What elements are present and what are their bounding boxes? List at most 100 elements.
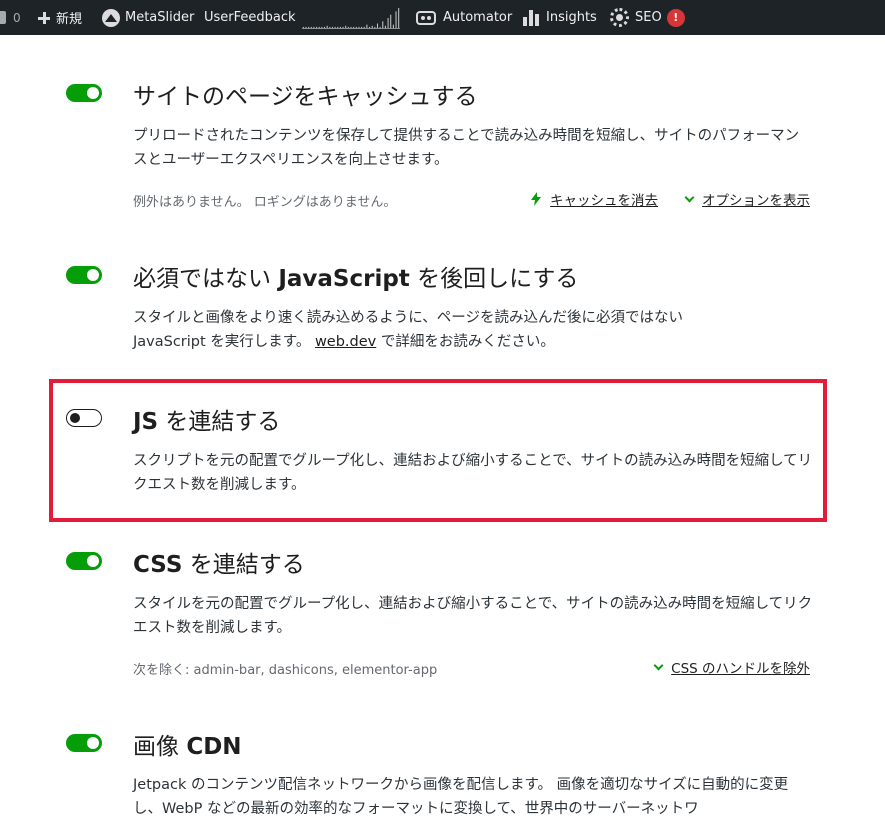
admin-bar-automator[interactable]: Automator bbox=[416, 0, 512, 35]
sparkline-bar bbox=[387, 18, 389, 28]
concatenate-css-toggle[interactable] bbox=[66, 552, 102, 570]
sparkline-bar bbox=[308, 26, 310, 28]
bar-chart-icon bbox=[523, 9, 539, 26]
setting-description: Jetpack のコンテンツ配信ネットワークから画像を配信します。 画像を適切な… bbox=[133, 777, 789, 817]
sparkline-bar bbox=[363, 26, 365, 28]
admin-bar-seo[interactable]: SEO ! bbox=[610, 0, 685, 35]
automator-label: Automator bbox=[443, 10, 513, 25]
sparkline-bar bbox=[355, 26, 357, 28]
sparkline-bar bbox=[305, 26, 307, 28]
sparkline-bar bbox=[384, 25, 386, 28]
admin-bar-insights[interactable]: Insights bbox=[523, 0, 597, 35]
plus-icon bbox=[38, 11, 50, 24]
sparkline-bar bbox=[366, 24, 368, 28]
sparkline-bar bbox=[376, 23, 379, 28]
defer-js-toggle[interactable] bbox=[66, 266, 102, 284]
sparkline-bar bbox=[358, 26, 360, 28]
setting-description: スタイルと画像をより速く読み込めるように、ページを読み込んだ後に必須ではない J… bbox=[133, 306, 813, 354]
admin-bar: 0 新規 MetaSlider UserFeedback Automator I… bbox=[0, 0, 885, 35]
setting-description: スクリプトを元の配置でグループ化し、連結および縮小することで、サイトの読み込み時… bbox=[133, 453, 813, 493]
seo-label: SEO bbox=[635, 10, 662, 25]
sparkline-bar bbox=[398, 8, 400, 28]
sparkline-bar bbox=[313, 26, 315, 28]
sparkline-bar bbox=[316, 26, 318, 28]
setting-title: CSS を連結する bbox=[133, 545, 305, 579]
sparkline-bar bbox=[353, 26, 355, 28]
image-cdn-toggle[interactable] bbox=[66, 734, 102, 752]
sparkline-bar bbox=[321, 26, 323, 28]
show-options-label: オプションを表示 bbox=[702, 193, 810, 209]
sparkline-bar bbox=[345, 25, 347, 28]
sparkline-bar bbox=[371, 25, 373, 28]
userfeedback-label: UserFeedback bbox=[204, 10, 296, 25]
setting-title: 必須ではない JavaScript を後回しにする bbox=[133, 259, 578, 293]
seo-alert-badge: ! bbox=[666, 8, 685, 27]
sparkline-bar bbox=[337, 26, 339, 28]
web-dev-link[interactable]: web.dev bbox=[315, 334, 376, 350]
title-bold: JS bbox=[133, 409, 159, 435]
title-suffix: を連結する bbox=[158, 409, 281, 435]
exclude-css-handles-label: CSS のハンドルを除外 bbox=[671, 661, 810, 677]
description-line-2: JavaScript を実行します。 web.dev で詳細をお読みください。 bbox=[133, 330, 813, 354]
concatenate-js-toggle[interactable] bbox=[66, 409, 102, 427]
insights-label: Insights bbox=[546, 10, 597, 25]
show-options-link[interactable]: オプションを表示 bbox=[684, 189, 810, 209]
admin-bar-metaslider[interactable]: MetaSlider bbox=[102, 0, 194, 35]
clear-cache-label: キャッシュを消去 bbox=[550, 193, 658, 209]
title-bold: CSS bbox=[133, 552, 183, 578]
sparkline-bar bbox=[395, 11, 397, 28]
metaslider-icon bbox=[102, 8, 120, 27]
comment-bubble-icon bbox=[0, 11, 6, 24]
sparkline-bar bbox=[361, 26, 363, 28]
page-cache-toggle[interactable] bbox=[66, 84, 102, 102]
sparkline-bar bbox=[323, 26, 326, 28]
setting-actions: CSS のハンドルを除外 bbox=[653, 657, 810, 677]
title-prefix: 画像 bbox=[133, 734, 187, 760]
sparkline-bar bbox=[374, 26, 376, 28]
description-line-2-suffix: で詳細をお読みください。 bbox=[376, 334, 555, 350]
title-prefix: 必須ではない bbox=[133, 266, 279, 292]
admin-bar-comments[interactable]: 0 bbox=[0, 0, 21, 35]
sparkline-bar bbox=[390, 14, 392, 28]
title-suffix: を連結する bbox=[182, 552, 305, 578]
chevron-down-icon bbox=[653, 660, 664, 670]
bolt-icon bbox=[531, 192, 541, 206]
sparkline-bar bbox=[331, 26, 333, 28]
sparkline-bar bbox=[310, 26, 312, 28]
gear-icon bbox=[610, 8, 629, 27]
setting-title: JS を連結する bbox=[133, 402, 280, 436]
description-line-1: スタイルと画像をより速く読み込めるように、ページを読み込んだ後に必須ではない bbox=[133, 310, 683, 326]
admin-bar-new[interactable]: 新規 bbox=[38, 0, 82, 35]
setting-meta: 例外はありません。 ロギングはありません。 bbox=[133, 195, 397, 210]
title-suffix: を後回しにする bbox=[409, 266, 579, 292]
sparkline-bar bbox=[326, 25, 328, 28]
new-label: 新規 bbox=[56, 12, 83, 27]
sparkline-bar bbox=[339, 26, 341, 28]
robot-icon bbox=[416, 10, 436, 25]
setting-meta: 次を除く: admin-bar, dashicons, elementor-ap… bbox=[133, 663, 438, 678]
setting-title: サイトのページをキャッシュする bbox=[133, 84, 478, 110]
setting-description: プリロードされたコンテンツを保存して提供することで読み込み時間を短縮し、サイトの… bbox=[133, 128, 800, 168]
title-bold: JavaScript bbox=[278, 266, 410, 292]
exclude-css-handles-link[interactable]: CSS のハンドルを除外 bbox=[653, 657, 810, 677]
sparkline-bar bbox=[379, 26, 381, 28]
clear-cache-link[interactable]: キャッシュを消去 bbox=[531, 189, 658, 209]
sparkline-bar bbox=[334, 26, 336, 28]
comments-count: 0 bbox=[13, 10, 21, 25]
title-bold: CDN bbox=[186, 734, 242, 760]
sparkline-bar bbox=[382, 21, 384, 28]
sparkline-bar bbox=[318, 26, 320, 28]
setting-title: 画像 CDN bbox=[133, 727, 242, 761]
sparkline-bar bbox=[342, 26, 344, 28]
setting-description: スタイルを元の配置でグループ化し、連結および縮小することで、サイトの読み込み時間… bbox=[133, 596, 813, 636]
sparkline-bar bbox=[347, 26, 349, 28]
sparkline-bar bbox=[329, 26, 331, 28]
sparkline-bar bbox=[392, 24, 394, 28]
stats-sparkline[interactable] bbox=[302, 7, 400, 29]
metaslider-label: MetaSlider bbox=[125, 10, 195, 25]
description-line-2-prefix: JavaScript を実行します。 bbox=[133, 334, 315, 350]
admin-bar-userfeedback[interactable]: UserFeedback bbox=[204, 0, 296, 35]
sparkline-bar bbox=[369, 26, 371, 28]
chevron-down-icon bbox=[684, 192, 695, 202]
sparkline-bar bbox=[350, 26, 352, 28]
